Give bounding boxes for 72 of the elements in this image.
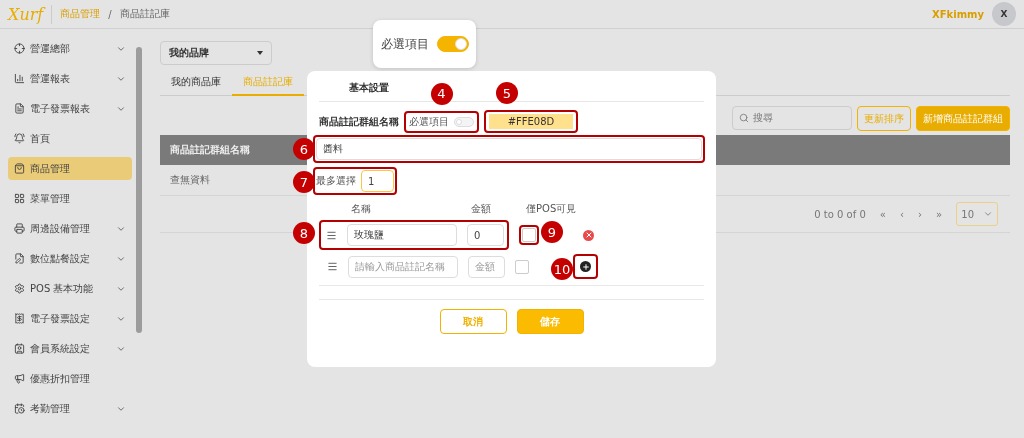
sidebar-item[interactable]: 周邊設備管理	[8, 217, 132, 240]
item-name-field[interactable]: 玫瑰鹽	[347, 224, 457, 246]
item-name-field[interactable]: 請輸入商品註記名稱	[348, 255, 458, 278]
drag-handle-icon[interactable]	[327, 261, 338, 272]
sidebar-item[interactable]: 營運總部	[8, 37, 132, 60]
amount-field[interactable]: 0	[467, 224, 504, 246]
calendar-clock-icon	[14, 403, 25, 414]
callout-number: 4	[430, 82, 453, 105]
breadcrumb-separator: /	[108, 8, 112, 20]
breadcrumb-item: 商品註記庫	[119, 7, 170, 21]
caret-icon	[257, 51, 263, 55]
crosshair-icon	[14, 43, 25, 54]
scrollbar[interactable]	[136, 47, 142, 333]
avatar[interactable]: X	[992, 2, 1016, 26]
max-select-field[interactable]: 1	[361, 170, 394, 192]
bell-icon	[14, 133, 25, 144]
sidebar-item[interactable]: 菜單管理	[8, 187, 132, 210]
sidebar-item[interactable]: 電子發票設定	[8, 307, 132, 330]
field-label: 商品註記群組名稱	[319, 114, 399, 129]
sidebar-item[interactable]: 會員系統設定	[8, 337, 132, 360]
sidebar-item[interactable]: 考勤管理	[8, 397, 132, 420]
callout-number: 8	[293, 222, 315, 244]
chevron-down-icon	[982, 209, 993, 219]
sidebar-item[interactable]: 電子發票報表	[8, 97, 132, 120]
callout-number: 9	[541, 221, 563, 243]
printer-icon	[14, 223, 25, 234]
user-name: XFkimmy	[932, 8, 984, 20]
logo: Xurf	[8, 4, 53, 24]
brand-dropdown[interactable]: 我的品牌	[160, 41, 272, 65]
amount-field[interactable]: 金額	[468, 255, 505, 278]
receipt-icon	[14, 313, 25, 324]
callout-number: 6	[293, 138, 315, 160]
bar-chart-icon	[14, 73, 25, 84]
gear-icon	[14, 283, 25, 294]
column-header: 金額	[471, 202, 492, 216]
toggle-switch[interactable]	[436, 36, 469, 52]
page-range: 0 to 0 of 0	[814, 208, 866, 220]
drag-handle-icon[interactable]	[326, 229, 337, 241]
megaphone-icon	[14, 373, 25, 384]
sidebar-item[interactable]: 營運報表	[8, 67, 132, 90]
shopping-bag-icon	[14, 163, 25, 174]
sidebar-item[interactable]: 數位點餐設定	[8, 247, 132, 270]
document-icon	[14, 103, 25, 114]
sidebar-item[interactable]: POS 基本功能	[8, 277, 132, 300]
sidebar-item[interactable]: 首頁	[8, 127, 132, 150]
page-nav-button[interactable]: «	[879, 208, 886, 220]
remove-icon[interactable]	[583, 229, 594, 241]
name-field[interactable]: 醬料	[316, 138, 702, 160]
id-card-icon	[14, 343, 25, 354]
callout-number: 7	[293, 171, 315, 193]
checkbox[interactable]	[515, 259, 529, 274]
edit-document-icon	[14, 253, 25, 264]
column-header: 僅POS可見	[526, 202, 578, 216]
page-nav-button[interactable]: »	[935, 208, 942, 220]
toggle-label: 必選項目	[409, 114, 449, 129]
sidebar-item[interactable]: 商品管理	[8, 157, 132, 180]
color-swatch[interactable]: #FFE08D	[489, 114, 573, 129]
field-label: 最多選擇	[316, 174, 356, 188]
page-nav-button[interactable]: ‹	[899, 208, 904, 220]
column-header: 名稱	[351, 202, 372, 216]
add-icon[interactable]	[580, 261, 591, 272]
search-icon	[739, 113, 749, 123]
search-field[interactable]: 搜尋	[732, 106, 852, 130]
toggle-switch[interactable]	[454, 116, 474, 127]
page-size-select[interactable]: 10	[956, 202, 998, 226]
page-nav-button[interactable]: ›	[917, 208, 922, 220]
grid-icon	[14, 193, 25, 204]
tooltip-label: 必選項目	[380, 35, 429, 53]
tab[interactable]: 我的商品庫	[160, 71, 232, 96]
callout-number: 10	[551, 258, 573, 280]
sidebar-item[interactable]: 優惠折扣管理	[8, 367, 132, 390]
callout-number: 5	[496, 82, 518, 104]
